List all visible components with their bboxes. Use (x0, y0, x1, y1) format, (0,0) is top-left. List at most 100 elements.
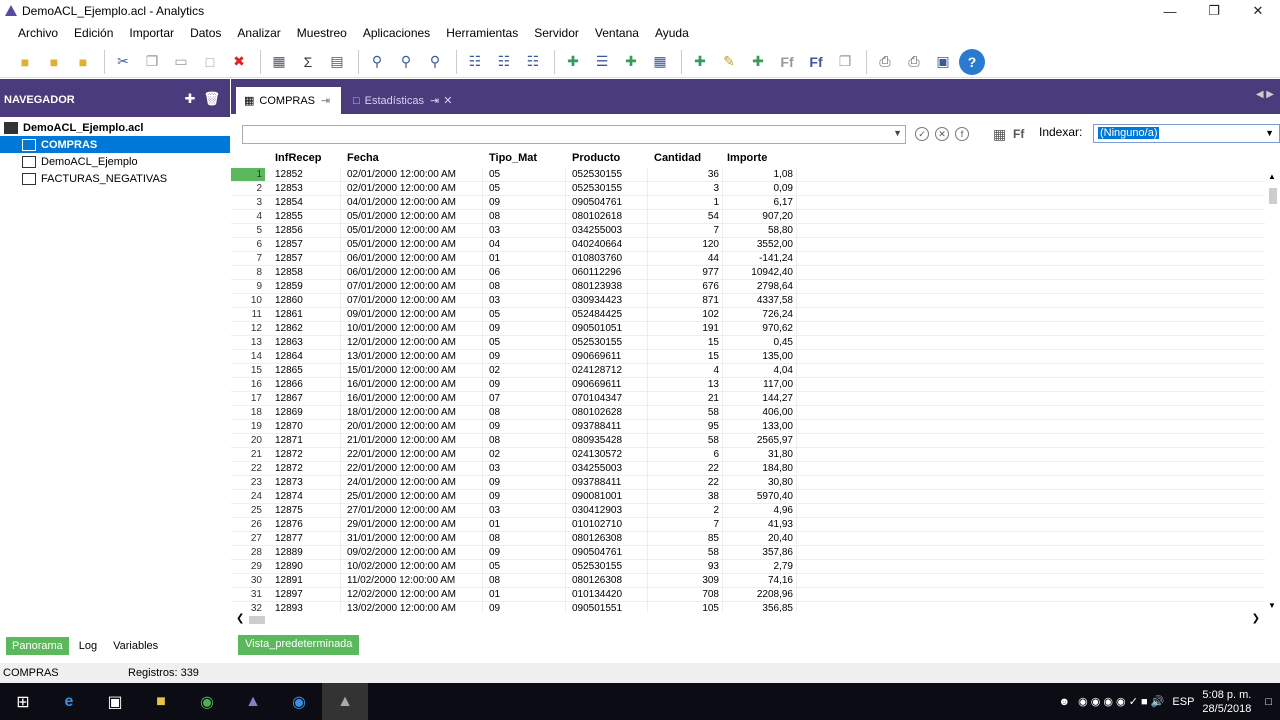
table-cell[interactable]: 09 (483, 420, 566, 433)
apply-filter-icon[interactable]: ✓ (915, 127, 929, 141)
table-cell[interactable]: 22/01/2000 12:00:00 AM (341, 462, 483, 475)
vertical-scrollbar[interactable]: ▲ ▼ (1265, 170, 1280, 612)
table-cell[interactable]: 93 (648, 560, 723, 573)
table-cell[interactable]: 15 (648, 350, 723, 363)
table-cell[interactable]: 12862 (265, 322, 341, 335)
table-cell[interactable]: 01 (483, 588, 566, 601)
table-cell[interactable]: 12874 (265, 490, 341, 503)
table-cell[interactable]: 12873 (265, 476, 341, 489)
table-row[interactable]: 19 12870 20/01/2000 12:00:00 AM 09 093788411… (231, 420, 1265, 434)
window-icon[interactable]: ▣ (930, 49, 956, 75)
table-row[interactable]: 17 12867 16/01/2000 12:00:00 AM 07 070104347… (231, 392, 1265, 406)
table-cell[interactable]: 05 (483, 182, 566, 195)
table-cell[interactable]: 25/01/2000 12:00:00 AM (341, 490, 483, 503)
table-cell[interactable]: 29/01/2000 12:00:00 AM (341, 518, 483, 531)
table-cell[interactable]: 09/01/2000 12:00:00 AM (341, 308, 483, 321)
trash-icon[interactable]: 🗑 (203, 91, 220, 107)
tab-log[interactable]: Log (73, 637, 103, 655)
table-cell[interactable]: 12859 (265, 280, 341, 293)
table-cell[interactable]: 12891 (265, 574, 341, 587)
new-folder-icon[interactable]: ■ (41, 49, 67, 75)
table-cell[interactable]: 21/01/2000 12:00:00 AM (341, 434, 483, 447)
table-cell[interactable]: 12866 (265, 378, 341, 391)
menu-muestreo[interactable]: Muestreo (289, 22, 355, 44)
table-cell[interactable]: 12865 (265, 364, 341, 377)
group-icon[interactable]: ☷ (491, 49, 517, 75)
hierarchy-icon[interactable]: ☷ (462, 49, 488, 75)
table-cell[interactable]: 2798,64 (723, 280, 797, 293)
table-cell[interactable]: 191 (648, 322, 723, 335)
table-layout-icon[interactable]: ▦ (993, 126, 1006, 143)
table-cell[interactable]: 16/01/2000 12:00:00 AM (341, 392, 483, 405)
table-cell[interactable]: 85 (648, 532, 723, 545)
table-cell[interactable]: 58 (648, 546, 723, 559)
table-cell[interactable]: 31,80 (723, 448, 797, 461)
edge-icon[interactable]: e (46, 683, 92, 720)
table-cell[interactable]: 04/01/2000 12:00:00 AM (341, 196, 483, 209)
file-explorer-icon[interactable]: ■ (138, 683, 184, 720)
row-number[interactable]: 13 (231, 336, 265, 349)
table-cell[interactable]: 20/01/2000 12:00:00 AM (341, 420, 483, 433)
search-icon[interactable]: ⚲ (364, 49, 390, 75)
table-cell[interactable]: 12889 (265, 546, 341, 559)
copy-icon[interactable]: ❐ (139, 49, 165, 75)
table-cell[interactable]: 080102628 (566, 406, 648, 419)
table-cell[interactable]: 09 (483, 196, 566, 209)
language-indicator[interactable]: ESP (1172, 696, 1194, 708)
open-folder-icon[interactable]: ■ (12, 49, 38, 75)
table-row[interactable]: 24 12874 25/01/2000 12:00:00 AM 09 090081001… (231, 490, 1265, 504)
table-cell[interactable]: 0,09 (723, 182, 797, 195)
view-tab-default[interactable]: Vista_predeterminada (238, 635, 360, 655)
table-cell[interactable]: 090669611 (566, 378, 648, 391)
table-cell[interactable]: 406,00 (723, 406, 797, 419)
table-cell[interactable]: 08 (483, 280, 566, 293)
table-cell[interactable]: 6 (648, 448, 723, 461)
scroll-right-icon[interactable]: ❯ (1252, 613, 1260, 624)
table-cell[interactable]: 09 (483, 476, 566, 489)
table-cell[interactable]: 977 (648, 266, 723, 279)
font-icon[interactable]: Ff (1013, 127, 1024, 141)
table-cell[interactable]: 12893 (265, 602, 341, 612)
table-row[interactable]: 8 12858 06/01/2000 12:00:00 AM 06 060112296 9… (231, 266, 1265, 280)
table-cell[interactable]: 12890 (265, 560, 341, 573)
table-cell[interactable]: 010803760 (566, 252, 648, 265)
table-cell[interactable]: 08 (483, 434, 566, 447)
edit-icon[interactable]: ✎ (716, 49, 742, 75)
table-cell[interactable]: 08 (483, 532, 566, 545)
table-cell[interactable]: 12860 (265, 294, 341, 307)
table-cell[interactable]: 08 (483, 406, 566, 419)
column-header[interactable]: Fecha (341, 152, 483, 168)
table-row[interactable]: 25 12875 27/01/2000 12:00:00 AM 03 030412903… (231, 504, 1265, 518)
table-cell[interactable]: 54 (648, 210, 723, 223)
table-cell[interactable]: 21 (648, 392, 723, 405)
row-number[interactable]: 28 (231, 546, 265, 559)
table-cell[interactable]: 05 (483, 336, 566, 349)
row-number[interactable]: 26 (231, 518, 265, 531)
merge-icon[interactable]: ☰ (589, 49, 615, 75)
table-row[interactable]: 18 12869 18/01/2000 12:00:00 AM 08 080102628… (231, 406, 1265, 420)
table-cell[interactable]: 5970,40 (723, 490, 797, 503)
table-cell[interactable]: 030934423 (566, 294, 648, 307)
table-cell[interactable]: 309 (648, 574, 723, 587)
notifications-icon[interactable]: □ (1265, 696, 1272, 708)
row-number[interactable]: 32 (231, 602, 265, 612)
add-icon[interactable]: ✚ (185, 91, 196, 107)
table-cell[interactable]: 4,96 (723, 504, 797, 517)
table-row[interactable]: 20 12871 21/01/2000 12:00:00 AM 08 080935428… (231, 434, 1265, 448)
table-cell[interactable]: 133,00 (723, 420, 797, 433)
menu-ayuda[interactable]: Ayuda (647, 22, 697, 44)
table-cell[interactable]: 10942,40 (723, 266, 797, 279)
chevron-down-icon[interactable]: ▼ (893, 128, 902, 138)
table-cell[interactable]: 18/01/2000 12:00:00 AM (341, 406, 483, 419)
table-cell[interactable]: 24/01/2000 12:00:00 AM (341, 476, 483, 489)
row-number[interactable]: 18 (231, 406, 265, 419)
row-number[interactable]: 5 (231, 224, 265, 237)
table-cell[interactable]: 7 (648, 224, 723, 237)
menu-importar[interactable]: Importar (121, 22, 182, 44)
scroll-thumb[interactable] (1269, 188, 1277, 204)
paste-icon[interactable]: ▭ (168, 49, 194, 75)
table-cell[interactable]: 135,00 (723, 350, 797, 363)
table-cell[interactable]: 12857 (265, 238, 341, 251)
column-header[interactable]: Cantidad (648, 152, 723, 168)
delete-icon[interactable]: ✖ (226, 49, 252, 75)
